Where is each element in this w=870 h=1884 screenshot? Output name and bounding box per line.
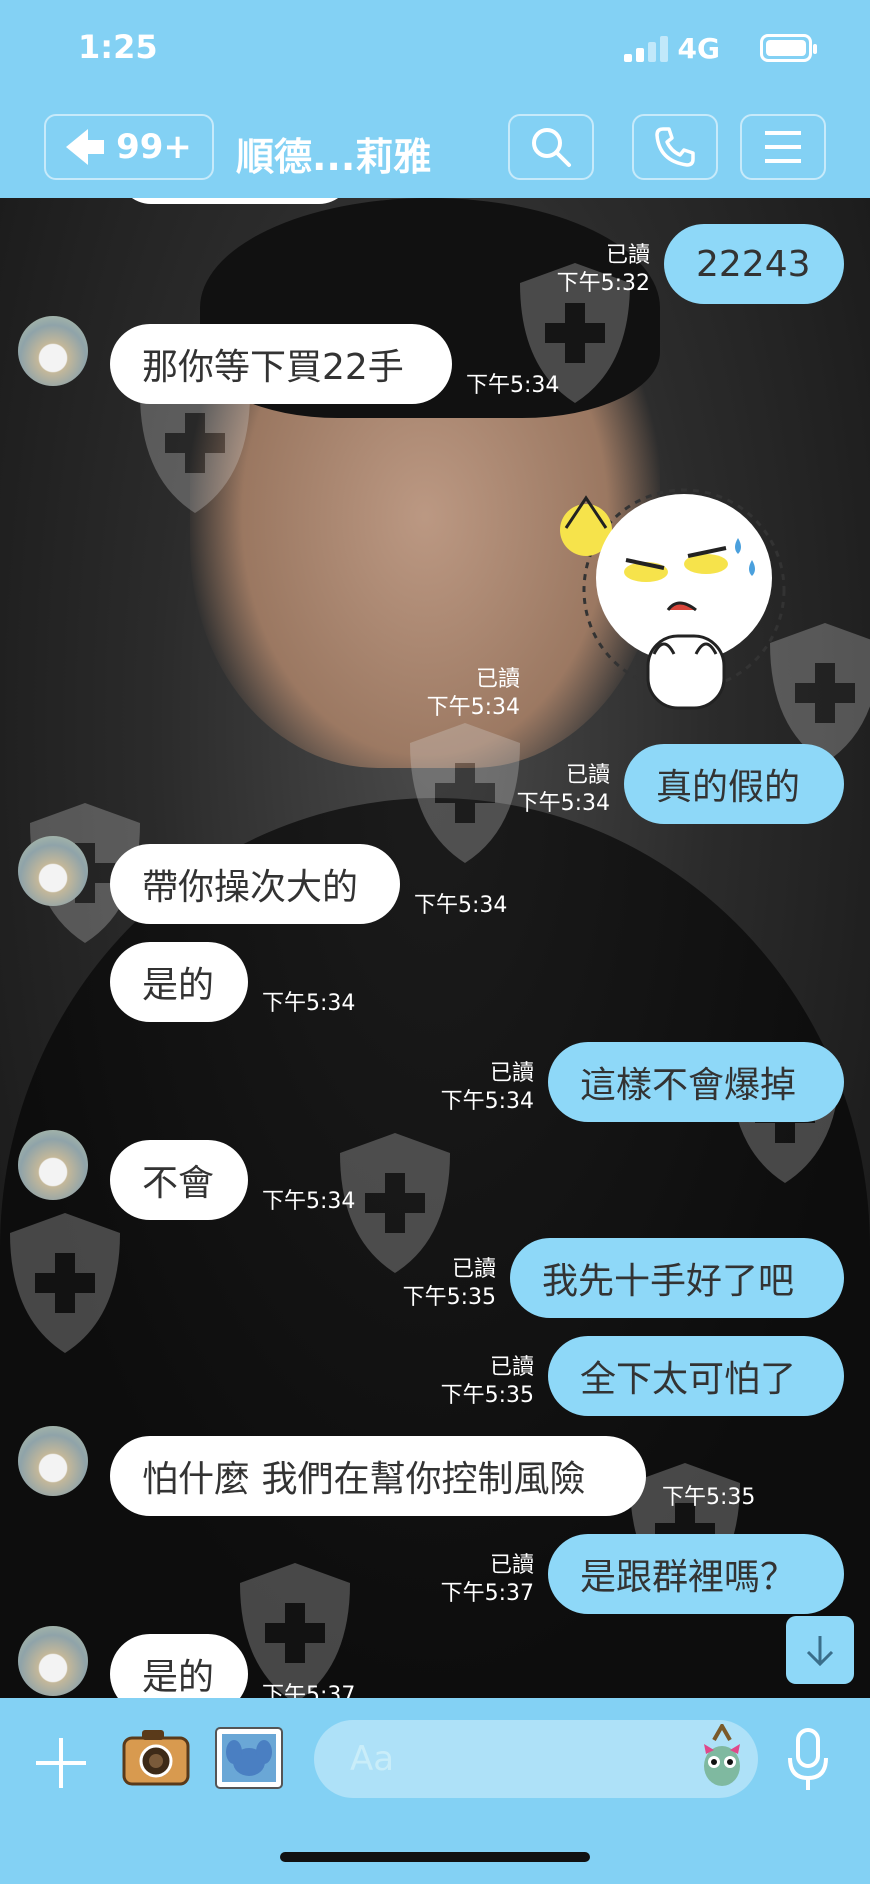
message-meta: 已讀 下午5:35 [366, 1256, 496, 1312]
message-time: 下午5:37 [262, 1683, 356, 1698]
message-time: 下午5:34 [466, 373, 560, 398]
message-time: 下午5:34 [440, 1089, 534, 1114]
message-time: 下午5:32 [556, 271, 650, 296]
message-bubble-out[interactable]: 這樣不會爆掉 [548, 1042, 844, 1122]
status-bar: 1:25 4G [0, 0, 870, 100]
message-time: 下午5:35 [440, 1383, 534, 1408]
message-time: 下午5:37 [440, 1581, 534, 1606]
message-bubble-in[interactable]: 帶你操次大的 [110, 844, 400, 924]
message-bubble-out[interactable]: 是跟群裡嗎？ [548, 1534, 844, 1614]
input-bar: Aa [0, 1698, 870, 1884]
plus-icon[interactable] [36, 1738, 86, 1788]
photo-icon[interactable] [214, 1726, 284, 1790]
chat-header: 99+ 順德...莉雅 [0, 100, 870, 198]
message-bubble-out[interactable]: 我先十手好了吧 [510, 1238, 844, 1318]
message-bubble-out[interactable]: 22243 [664, 224, 844, 304]
avatar[interactable] [18, 1130, 88, 1200]
message-bubble-in[interactable]: 怕什麼 我們在幫你控制風險 [110, 1436, 646, 1516]
read-receipt: 已讀 [605, 243, 650, 268]
menu-icon [765, 131, 801, 163]
chat-title[interactable]: 順德...莉雅 [236, 126, 431, 181]
phone-icon [655, 127, 695, 167]
message-bubble-in[interactable]: 那你等下買22手 [110, 324, 452, 404]
message-time: 下午5:34 [426, 695, 520, 720]
network-label: 4G [677, 32, 720, 65]
search-icon [532, 128, 571, 167]
read-receipt: 已讀 [489, 1061, 534, 1086]
message-meta: 已讀 下午5:37 [404, 1552, 534, 1608]
avatar[interactable] [18, 1426, 88, 1496]
read-receipt: 已讀 [489, 1553, 534, 1578]
message-bubble-in[interactable]: 不會 [110, 1140, 248, 1220]
mic-icon[interactable] [786, 1728, 830, 1792]
battery-icon [760, 34, 817, 62]
message-bubble-out[interactable]: 全下太可怕了 [548, 1336, 844, 1416]
back-button[interactable]: 99+ [44, 114, 214, 180]
chat-area[interactable]: 22243 已讀 下午5:32 那你等下買22手 下午5:34 已讀 下午5:3… [0, 198, 870, 1698]
read-receipt: 已讀 [489, 1355, 534, 1380]
scroll-to-bottom-button[interactable] [786, 1616, 854, 1684]
message-bubble-in[interactable]: 是的 [110, 1634, 248, 1698]
back-arrow-icon [66, 129, 105, 165]
watermark-shield-icon [240, 1563, 350, 1698]
message-time: 下午5:34 [414, 893, 508, 918]
message-bubble-in[interactable]: 是的 [110, 942, 248, 1022]
signal-icon [624, 36, 670, 62]
sticker-icon[interactable] [692, 1724, 752, 1790]
message-time: 下午5:35 [662, 1485, 756, 1510]
watermark-shield-icon [10, 1213, 120, 1353]
message-meta: 已讀 下午5:34 [400, 666, 520, 722]
call-button[interactable] [632, 114, 718, 180]
menu-button[interactable] [740, 114, 826, 180]
message-time: 下午5:34 [262, 1189, 356, 1214]
read-receipt: 已讀 [451, 1257, 496, 1282]
search-button[interactable] [508, 114, 594, 180]
status-time: 1:25 [78, 28, 158, 66]
message-bubble-out[interactable]: 真的假的 [624, 744, 844, 824]
message-meta: 已讀 下午5:32 [520, 242, 650, 298]
unread-count: 99+ [116, 127, 192, 167]
avatar[interactable] [18, 1626, 88, 1696]
message-time: 下午5:35 [402, 1285, 496, 1310]
read-receipt: 已讀 [475, 667, 520, 692]
home-indicator [280, 1852, 590, 1862]
message-meta: 已讀 下午5:34 [404, 1060, 534, 1116]
scroll-down-icon [806, 1636, 834, 1667]
avatar[interactable] [18, 836, 88, 906]
message-time: 下午5:34 [262, 991, 356, 1016]
avatar[interactable] [18, 316, 88, 386]
message-bubble-partial [118, 198, 352, 204]
message-meta: 已讀 下午5:35 [404, 1354, 534, 1410]
message-time: 下午5:34 [516, 791, 610, 816]
sticker-image[interactable] [556, 468, 796, 718]
message-meta: 已讀 下午5:34 [480, 762, 610, 818]
camera-icon[interactable] [122, 1728, 190, 1786]
read-receipt: 已讀 [565, 763, 610, 788]
